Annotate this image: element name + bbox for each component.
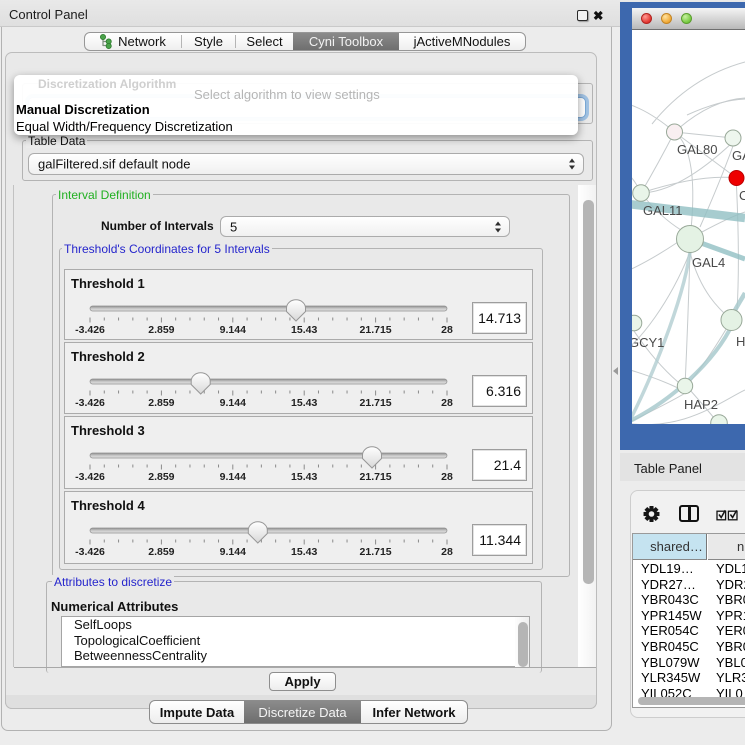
svg-text:C: C [739, 188, 745, 203]
svg-text:GA: GA [732, 148, 745, 163]
svg-text:GCY1: GCY1 [632, 335, 664, 350]
svg-text:GAL80: GAL80 [677, 142, 717, 157]
svg-text:H: H [736, 334, 745, 349]
svg-text:GAL4: GAL4 [692, 255, 725, 270]
svg-text:GAL11: GAL11 [643, 203, 683, 218]
svg-text:HAP2: HAP2 [684, 397, 718, 412]
